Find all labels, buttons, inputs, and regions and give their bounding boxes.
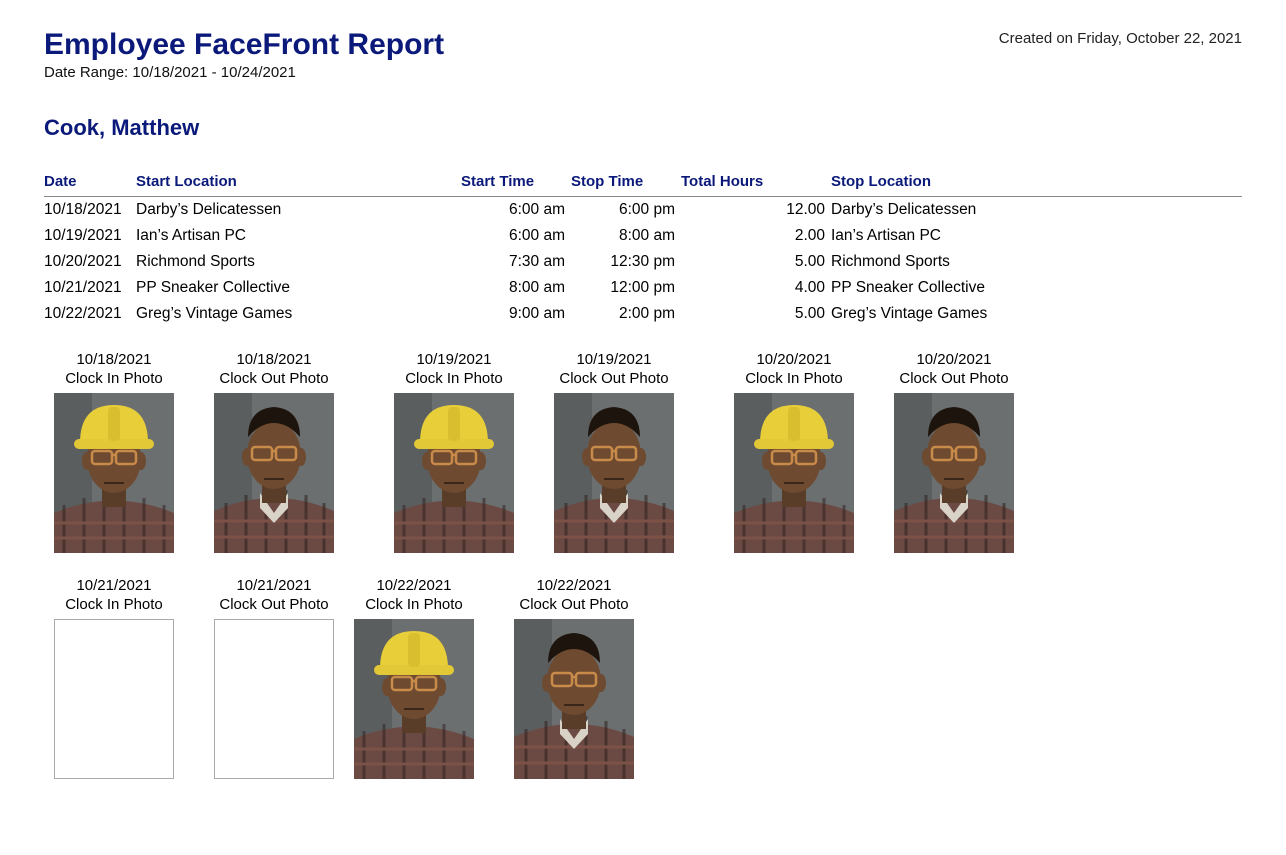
cell-start-location: Ian’s Artisan PC bbox=[136, 223, 461, 249]
cell-start-time: 9:00 am bbox=[461, 301, 571, 327]
photo-card: 10/22/2021 Clock In Photo bbox=[344, 577, 484, 779]
created-on-label: Created on Friday, October 22, 2021 bbox=[999, 30, 1242, 47]
photo-card: 10/20/2021 Clock In Photo bbox=[724, 351, 864, 553]
table-header-row: Date Start Location Start Time Stop Time… bbox=[44, 169, 1242, 197]
photo-date: 10/19/2021 bbox=[544, 351, 684, 368]
photo-label: Clock In Photo bbox=[44, 596, 184, 613]
photo-card: 10/21/2021 Clock In Photo bbox=[44, 577, 184, 779]
photo-date: 10/21/2021 bbox=[204, 577, 344, 594]
photo-pair: 10/20/2021 Clock In Photo 10/20/2021 Clock … bbox=[724, 351, 1024, 553]
cell-total-hours: 2.00 bbox=[681, 223, 831, 249]
photo-label: Clock In Photo bbox=[724, 370, 864, 387]
photo-label: Clock Out Photo bbox=[544, 370, 684, 387]
photo-label: Clock In Photo bbox=[384, 370, 524, 387]
photo-pair: 10/22/2021 Clock In Photo 10/22/2021 Clock … bbox=[344, 577, 644, 779]
cell-stop-time: 2:00 pm bbox=[571, 301, 681, 327]
clock-out-photo bbox=[894, 393, 1014, 553]
cell-stop-location: Greg’s Vintage Games bbox=[831, 301, 1242, 327]
clock-in-photo bbox=[54, 393, 174, 553]
clock-in-photo bbox=[734, 393, 854, 553]
cell-total-hours: 5.00 bbox=[681, 249, 831, 275]
photo-date: 10/22/2021 bbox=[504, 577, 644, 594]
photo-placeholder bbox=[214, 619, 334, 779]
cell-start-location: Greg’s Vintage Games bbox=[136, 301, 461, 327]
photo-date: 10/19/2021 bbox=[384, 351, 524, 368]
cell-start-time: 6:00 am bbox=[461, 223, 571, 249]
table-row: 10/19/2021Ian’s Artisan PC6:00 am8:00 am… bbox=[44, 223, 1242, 249]
cell-total-hours: 12.00 bbox=[681, 197, 831, 224]
cell-stop-location: Darby’s Delicatessen bbox=[831, 197, 1242, 224]
cell-start-location: Richmond Sports bbox=[136, 249, 461, 275]
photo-label: Clock Out Photo bbox=[204, 370, 344, 387]
photos-grid: 10/18/2021 Clock In Photo 10/18/2021 Clock … bbox=[44, 351, 1254, 803]
clock-out-photo bbox=[554, 393, 674, 553]
table-row: 10/22/2021Greg’s Vintage Games9:00 am2:0… bbox=[44, 301, 1242, 327]
cell-start-time: 8:00 am bbox=[461, 275, 571, 301]
photo-label: Clock In Photo bbox=[344, 596, 484, 613]
table-row: 10/20/2021Richmond Sports7:30 am12:30 pm… bbox=[44, 249, 1242, 275]
photo-card: 10/21/2021 Clock Out Photo bbox=[204, 577, 344, 779]
cell-stop-location: Richmond Sports bbox=[831, 249, 1242, 275]
photo-card: 10/22/2021 Clock Out Photo bbox=[504, 577, 644, 779]
photo-card: 10/18/2021 Clock In Photo bbox=[44, 351, 184, 553]
photo-date: 10/20/2021 bbox=[724, 351, 864, 368]
photo-pair: 10/18/2021 Clock In Photo 10/18/2021 Clock … bbox=[44, 351, 344, 553]
cell-start-location: PP Sneaker Collective bbox=[136, 275, 461, 301]
photo-card: 10/19/2021 Clock In Photo bbox=[384, 351, 524, 553]
table-row: 10/21/2021PP Sneaker Collective8:00 am12… bbox=[44, 275, 1242, 301]
cell-stop-location: Ian’s Artisan PC bbox=[831, 223, 1242, 249]
clock-out-photo bbox=[214, 393, 334, 553]
photo-date: 10/18/2021 bbox=[44, 351, 184, 368]
cell-start-time: 7:30 am bbox=[461, 249, 571, 275]
cell-stop-time: 12:00 pm bbox=[571, 275, 681, 301]
cell-date: 10/18/2021 bbox=[44, 197, 136, 224]
photo-date: 10/21/2021 bbox=[44, 577, 184, 594]
photo-placeholder bbox=[54, 619, 174, 779]
photo-label: Clock In Photo bbox=[44, 370, 184, 387]
time-entries-table: Date Start Location Start Time Stop Time… bbox=[44, 169, 1242, 327]
photo-card: 10/18/2021 Clock Out Photo bbox=[204, 351, 344, 553]
cell-total-hours: 4.00 bbox=[681, 275, 831, 301]
photo-label: Clock Out Photo bbox=[504, 596, 644, 613]
cell-start-location: Darby’s Delicatessen bbox=[136, 197, 461, 224]
clock-out-photo bbox=[514, 619, 634, 779]
cell-stop-time: 12:30 pm bbox=[571, 249, 681, 275]
cell-stop-time: 8:00 am bbox=[571, 223, 681, 249]
photo-card: 10/20/2021 Clock Out Photo bbox=[884, 351, 1024, 553]
clock-in-photo bbox=[394, 393, 514, 553]
cell-date: 10/21/2021 bbox=[44, 275, 136, 301]
photo-label: Clock Out Photo bbox=[204, 596, 344, 613]
header-total-hours: Total Hours bbox=[681, 169, 831, 197]
cell-total-hours: 5.00 bbox=[681, 301, 831, 327]
header-stop-location: Stop Location bbox=[831, 169, 1242, 197]
photo-date: 10/22/2021 bbox=[344, 577, 484, 594]
photo-label: Clock Out Photo bbox=[884, 370, 1024, 387]
cell-date: 10/19/2021 bbox=[44, 223, 136, 249]
photo-pair: 10/19/2021 Clock In Photo 10/19/2021 Clock … bbox=[384, 351, 684, 553]
cell-date: 10/22/2021 bbox=[44, 301, 136, 327]
photo-date: 10/20/2021 bbox=[884, 351, 1024, 368]
photo-date: 10/18/2021 bbox=[204, 351, 344, 368]
header-date: Date bbox=[44, 169, 136, 197]
photo-card: 10/19/2021 Clock Out Photo bbox=[544, 351, 684, 553]
cell-start-time: 6:00 am bbox=[461, 197, 571, 224]
date-range: Date Range: 10/18/2021 - 10/24/2021 bbox=[44, 64, 1242, 81]
cell-stop-time: 6:00 pm bbox=[571, 197, 681, 224]
cell-stop-location: PP Sneaker Collective bbox=[831, 275, 1242, 301]
employee-name: Cook, Matthew bbox=[44, 115, 1242, 141]
header-stop-time: Stop Time bbox=[571, 169, 681, 197]
cell-date: 10/20/2021 bbox=[44, 249, 136, 275]
header-start-location: Start Location bbox=[136, 169, 461, 197]
photo-pair: 10/21/2021 Clock In Photo 10/21/2021 Clock … bbox=[44, 577, 344, 779]
table-row: 10/18/2021Darby’s Delicatessen6:00 am6:0… bbox=[44, 197, 1242, 224]
report-page: Created on Friday, October 22, 2021 Empl… bbox=[0, 0, 1286, 843]
header-start-time: Start Time bbox=[461, 169, 571, 197]
clock-in-photo bbox=[354, 619, 474, 779]
